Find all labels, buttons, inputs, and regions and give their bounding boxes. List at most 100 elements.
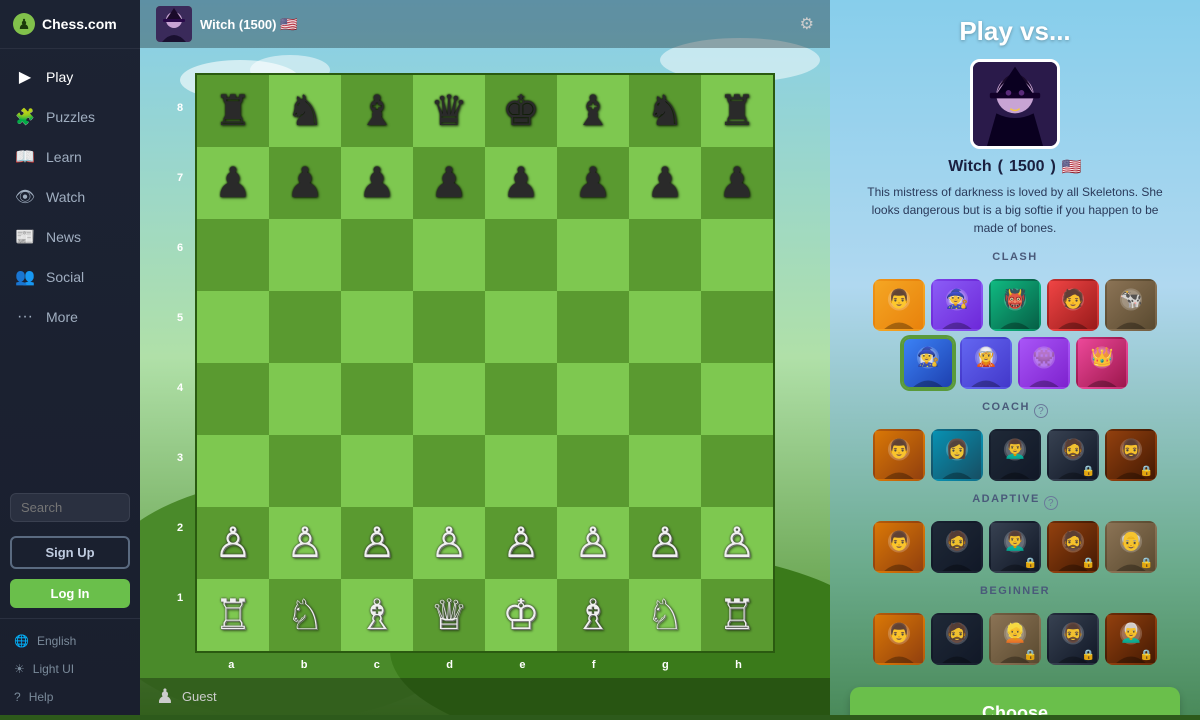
bot-coach2[interactable]: 👩 xyxy=(931,429,983,481)
board-cell[interactable]: ♙ xyxy=(701,507,773,579)
board-cell[interactable]: ♗ xyxy=(341,579,413,651)
board-cell[interactable] xyxy=(485,291,557,363)
board-cell[interactable] xyxy=(269,435,341,507)
board-cell[interactable] xyxy=(341,363,413,435)
bot-clash5[interactable]: 🐄 xyxy=(1105,279,1157,331)
board-cell[interactable] xyxy=(701,219,773,291)
bottom-item-theme[interactable]: ☀ Light UI xyxy=(0,655,140,683)
board-cell[interactable] xyxy=(629,363,701,435)
board-cell[interactable] xyxy=(413,435,485,507)
board-cell[interactable] xyxy=(341,219,413,291)
settings-button[interactable]: ⚙ xyxy=(800,14,814,34)
board-cell[interactable]: ♘ xyxy=(629,579,701,651)
board-cell[interactable]: ♔ xyxy=(485,579,557,651)
board-cell[interactable]: ♙ xyxy=(485,507,557,579)
bot-adapt3[interactable]: 👨‍🦱 🔒 xyxy=(989,521,1041,573)
bot-coach5[interactable]: 🧔‍♂ 🔒 xyxy=(1105,429,1157,481)
bot-clash2[interactable]: 🧙 xyxy=(931,279,983,331)
board-cell[interactable] xyxy=(197,363,269,435)
board-cell[interactable]: ♝ xyxy=(341,75,413,147)
bot-beg3[interactable]: 👱 🔒 xyxy=(989,613,1041,665)
sidebar-item-watch[interactable]: 👁 Watch xyxy=(0,177,140,217)
board-cell[interactable] xyxy=(413,363,485,435)
category-adaptive-info[interactable]: ? xyxy=(1044,496,1058,510)
board-cell[interactable]: ♞ xyxy=(629,75,701,147)
category-coach-info[interactable]: ? xyxy=(1034,404,1048,418)
board-cell[interactable]: ♘ xyxy=(269,579,341,651)
board-cell[interactable] xyxy=(341,435,413,507)
bottom-item-language[interactable]: 🌐 English xyxy=(0,627,140,655)
board-cell[interactable] xyxy=(701,435,773,507)
bot-clash6[interactable]: 🧙‍♀ xyxy=(902,337,954,389)
board-cell[interactable]: ♙ xyxy=(629,507,701,579)
board-cell[interactable]: ♟ xyxy=(557,147,629,219)
bot-beg5[interactable]: 👨‍🦳 🔒 xyxy=(1105,613,1157,665)
board-cell[interactable] xyxy=(485,435,557,507)
board-cell[interactable]: ♜ xyxy=(701,75,773,147)
bot-beg2[interactable]: 🧔 xyxy=(931,613,983,665)
sidebar-item-more[interactable]: ··· More xyxy=(0,297,140,337)
board-cell[interactable]: ♙ xyxy=(413,507,485,579)
bot-coach3[interactable]: 👨‍🦱 xyxy=(989,429,1041,481)
board-cell[interactable]: ♙ xyxy=(341,507,413,579)
board-cell[interactable] xyxy=(269,219,341,291)
board-cell[interactable]: ♖ xyxy=(197,579,269,651)
bot-adapt2[interactable]: 🧔 xyxy=(931,521,983,573)
sidebar-item-learn[interactable]: 📖 Learn xyxy=(0,137,140,177)
bot-beg4[interactable]: 🧔‍♂ 🔒 xyxy=(1047,613,1099,665)
board-cell[interactable] xyxy=(557,219,629,291)
bot-adapt1[interactable]: 👨 xyxy=(873,521,925,573)
board-cell[interactable] xyxy=(485,363,557,435)
board-cell[interactable]: ♜ xyxy=(197,75,269,147)
bottom-item-help[interactable]: ? Help xyxy=(0,683,140,711)
board-cell[interactable]: ♟ xyxy=(485,147,557,219)
board-cell[interactable] xyxy=(341,291,413,363)
bot-clash1[interactable]: 👨 xyxy=(873,279,925,331)
bot-beg1[interactable]: 👨 xyxy=(873,613,925,665)
chess-board[interactable]: ♜♞♝♛♚♝♞♜♟♟♟♟♟♟♟♟♙♙♙♙♙♙♙♙♖♘♗♕♔♗♘♖ xyxy=(195,73,775,653)
board-cell[interactable] xyxy=(701,291,773,363)
board-cell[interactable]: ♟ xyxy=(413,147,485,219)
board-cell[interactable] xyxy=(557,291,629,363)
board-cell[interactable] xyxy=(413,291,485,363)
board-cell[interactable] xyxy=(197,219,269,291)
board-cell[interactable]: ♝ xyxy=(557,75,629,147)
board-cell[interactable]: ♙ xyxy=(197,507,269,579)
bot-clash4[interactable]: 🧑 xyxy=(1047,279,1099,331)
bot-adapt5[interactable]: 👴 🔒 xyxy=(1105,521,1157,573)
board-cell[interactable]: ♟ xyxy=(701,147,773,219)
board-cell[interactable]: ♗ xyxy=(557,579,629,651)
board-cell[interactable] xyxy=(485,219,557,291)
board-cell[interactable] xyxy=(269,291,341,363)
board-cell[interactable] xyxy=(557,435,629,507)
board-cell[interactable]: ♟ xyxy=(269,147,341,219)
sidebar-item-play[interactable]: ▶ Play xyxy=(0,57,140,97)
bot-clash7[interactable]: 🧝 xyxy=(960,337,1012,389)
bot-clash8[interactable]: 👾 xyxy=(1018,337,1070,389)
board-cell[interactable]: ♖ xyxy=(701,579,773,651)
login-button[interactable]: Log In xyxy=(10,579,130,608)
board-cell[interactable] xyxy=(629,435,701,507)
sidebar-item-social[interactable]: 👥 Social xyxy=(0,257,140,297)
bot-clash3[interactable]: 👹 xyxy=(989,279,1041,331)
board-cell[interactable] xyxy=(557,363,629,435)
board-cell[interactable]: ♙ xyxy=(557,507,629,579)
bot-adapt4[interactable]: 🧔 🔒 xyxy=(1047,521,1099,573)
board-cell[interactable] xyxy=(197,291,269,363)
bot-coach4[interactable]: 🧔 🔒 xyxy=(1047,429,1099,481)
board-cell[interactable]: ♟ xyxy=(341,147,413,219)
board-cell[interactable] xyxy=(269,363,341,435)
signup-button[interactable]: Sign Up xyxy=(10,536,130,569)
sidebar-item-puzzles[interactable]: 🧩 Puzzles xyxy=(0,97,140,137)
board-cell[interactable] xyxy=(629,219,701,291)
bot-clash9[interactable]: 👑 xyxy=(1076,337,1128,389)
choose-button[interactable]: Choose xyxy=(850,687,1180,715)
board-cell[interactable] xyxy=(197,435,269,507)
board-cell[interactable]: ♞ xyxy=(269,75,341,147)
sidebar-item-news[interactable]: 📰 News xyxy=(0,217,140,257)
board-cell[interactable] xyxy=(629,291,701,363)
bot-coach1[interactable]: 👨 xyxy=(873,429,925,481)
board-cell[interactable]: ♙ xyxy=(269,507,341,579)
board-cell[interactable] xyxy=(413,219,485,291)
logo[interactable]: ♟ Chess.com xyxy=(0,0,140,49)
